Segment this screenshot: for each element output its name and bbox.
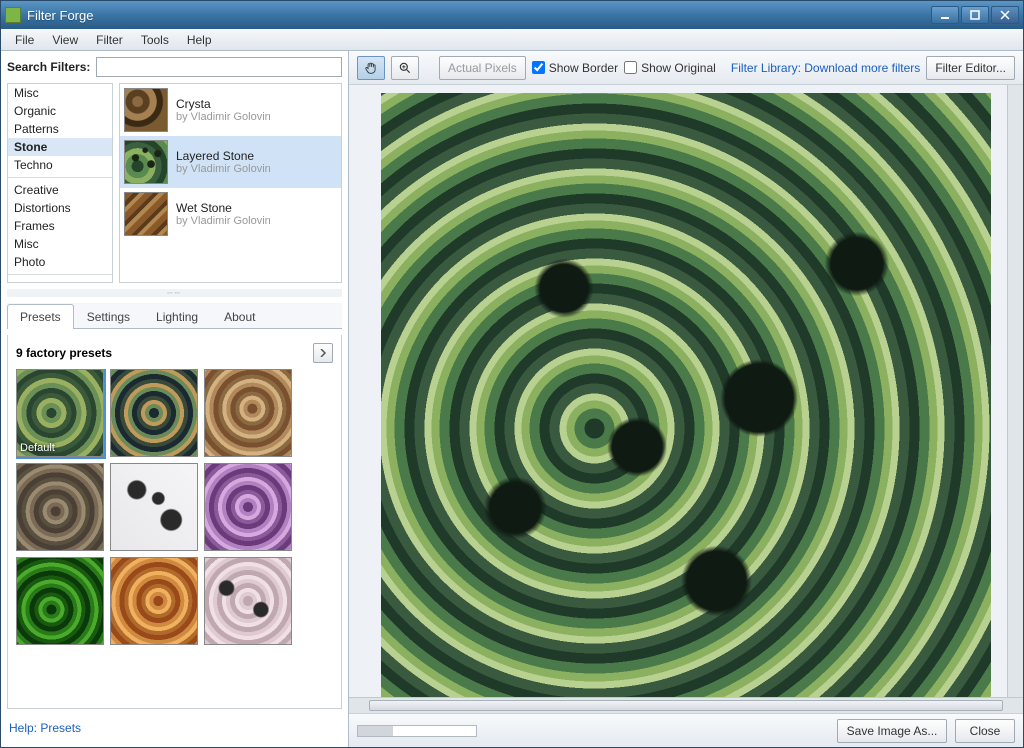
scrollbar-thumb[interactable] (369, 700, 1003, 711)
preset-item[interactable] (204, 463, 292, 551)
category-item[interactable]: Patterns (8, 120, 112, 138)
show-border-label: Show Border (549, 61, 618, 75)
filter-thumbnail (124, 88, 168, 132)
vertical-scrollbar[interactable] (1007, 85, 1023, 697)
filter-item[interactable]: Wet Stoneby Vladimir Golovin (120, 188, 341, 240)
preview-viewport[interactable] (349, 85, 1023, 697)
menubar: File View Filter Tools Help (1, 29, 1023, 51)
filter-author: by Vladimir Golovin (176, 111, 271, 123)
tab-about[interactable]: About (211, 304, 268, 329)
category-separator (8, 177, 112, 178)
preset-item[interactable] (16, 557, 104, 645)
preset-item[interactable] (110, 369, 198, 457)
zoom-tool-button[interactable] (391, 56, 419, 80)
category-item[interactable]: Misc (8, 235, 112, 253)
chevron-right-icon (319, 349, 327, 357)
preset-next-button[interactable] (313, 343, 333, 363)
tab-lighting[interactable]: Lighting (143, 304, 211, 329)
menu-filter[interactable]: Filter (88, 31, 131, 49)
render-progress (357, 725, 477, 737)
close-icon (1000, 10, 1010, 20)
filter-name: Layered Stone (176, 149, 271, 163)
search-label: Search Filters: (7, 60, 90, 74)
search-row: Search Filters: (7, 57, 342, 77)
preview-canvas[interactable] (381, 93, 991, 697)
close-window-button[interactable] (991, 6, 1019, 24)
category-item[interactable]: Misc (8, 84, 112, 102)
filter-list[interactable]: Crystaby Vladimir GolovinLayered Stoneby… (119, 83, 342, 283)
preset-item[interactable] (204, 557, 292, 645)
menu-tools[interactable]: Tools (133, 31, 177, 49)
magnifier-icon (398, 61, 412, 75)
search-input[interactable] (96, 57, 342, 77)
show-border-checkbox[interactable]: Show Border (532, 61, 618, 75)
filter-thumbnail (124, 192, 168, 236)
filter-editor-button[interactable]: Filter Editor... (926, 56, 1015, 80)
preset-grid: Default (16, 369, 333, 645)
maximize-icon (970, 10, 980, 20)
save-image-as-button[interactable]: Save Image As... (837, 719, 947, 743)
show-original-checkbox[interactable]: Show Original (624, 61, 716, 75)
show-original-input[interactable] (624, 61, 637, 74)
horizontal-scrollbar[interactable] (349, 697, 1023, 713)
app-window: Filter Forge File View Filter Tools Help… (0, 0, 1024, 748)
close-button[interactable]: Close (955, 719, 1015, 743)
tab-presets[interactable]: Presets (7, 304, 74, 329)
filter-item[interactable]: Layered Stoneby Vladimir Golovin (120, 136, 341, 188)
show-border-input[interactable] (532, 61, 545, 74)
hand-tool-button[interactable] (357, 56, 385, 80)
help-presets-link[interactable]: Help: Presets (7, 715, 342, 741)
category-item[interactable]: Frames (8, 217, 112, 235)
preset-label: Default (20, 442, 55, 454)
footer-bar: Save Image As... Close (349, 713, 1023, 747)
category-item[interactable]: Photo (8, 253, 112, 271)
menu-help[interactable]: Help (179, 31, 220, 49)
category-item[interactable]: Organic (8, 102, 112, 120)
filter-browser: MiscOrganicPatternsStoneTechnoCreativeDi… (7, 83, 342, 283)
filter-text: Crystaby Vladimir Golovin (176, 97, 271, 123)
preview-toolbar: Actual Pixels Show Border Show Original … (349, 51, 1023, 85)
actual-pixels-button[interactable]: Actual Pixels (439, 56, 526, 80)
filter-text: Layered Stoneby Vladimir Golovin (176, 149, 271, 175)
preset-item[interactable] (16, 463, 104, 551)
preset-item[interactable] (204, 369, 292, 457)
menu-file[interactable]: File (7, 31, 42, 49)
show-original-label: Show Original (641, 61, 716, 75)
filter-name: Crysta (176, 97, 271, 111)
category-item[interactable]: Search (8, 278, 112, 283)
titlebar[interactable]: Filter Forge (1, 1, 1023, 29)
filter-thumbnail (124, 140, 168, 184)
tabstrip: PresetsSettingsLightingAbout (7, 303, 342, 329)
minimize-icon (940, 10, 950, 20)
preset-item[interactable] (110, 557, 198, 645)
hand-icon (364, 61, 378, 75)
category-list[interactable]: MiscOrganicPatternsStoneTechnoCreativeDi… (7, 83, 113, 283)
category-item[interactable]: Stone (8, 138, 112, 156)
left-pane: Search Filters: MiscOrganicPatternsStone… (1, 51, 349, 747)
preset-count-label: 9 factory presets (16, 346, 112, 360)
right-pane: Actual Pixels Show Border Show Original … (349, 51, 1023, 747)
menu-view[interactable]: View (44, 31, 86, 49)
filter-text: Wet Stoneby Vladimir Golovin (176, 201, 271, 227)
category-item[interactable]: Techno (8, 156, 112, 174)
preset-item[interactable] (110, 463, 198, 551)
filter-author: by Vladimir Golovin (176, 215, 271, 227)
filter-author: by Vladimir Golovin (176, 163, 271, 175)
category-item[interactable]: Creative (8, 181, 112, 199)
filter-name: Wet Stone (176, 201, 271, 215)
category-item[interactable]: Distortions (8, 199, 112, 217)
filter-item[interactable]: Crystaby Vladimir Golovin (120, 84, 341, 136)
category-separator (8, 274, 112, 275)
preview-area (349, 85, 1023, 713)
maximize-button[interactable] (961, 6, 989, 24)
tab-settings[interactable]: Settings (74, 304, 143, 329)
window-title: Filter Forge (27, 8, 929, 23)
presets-panel: 9 factory presets Default (7, 335, 342, 709)
preset-item[interactable]: Default (16, 369, 104, 457)
app-icon (5, 7, 21, 23)
horizontal-splitter[interactable]: ┄┄ (7, 289, 342, 297)
minimize-button[interactable] (931, 6, 959, 24)
filter-library-link[interactable]: Filter Library: Download more filters (731, 61, 920, 75)
